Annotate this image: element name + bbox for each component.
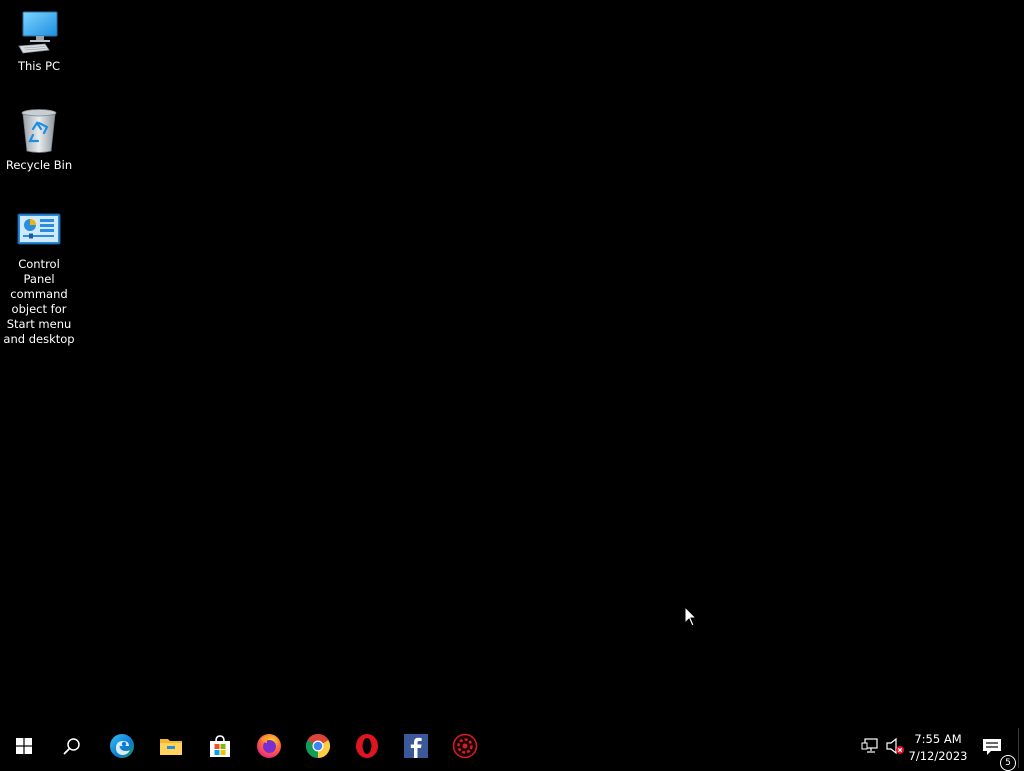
- settings-gear-app-icon: [452, 733, 478, 763]
- notification-icon: 5: [982, 736, 1016, 771]
- desktop-icon-label: Recycle Bin: [5, 158, 73, 172]
- clock-date: 7/12/2023: [908, 749, 968, 763]
- action-center-button[interactable]: 5: [976, 728, 1016, 771]
- network-tray-button[interactable]: [860, 738, 880, 758]
- desktop-icon-control-panel[interactable]: Control Panel command object for Start m…: [0, 206, 78, 347]
- taskbar-firefox-button[interactable]: [245, 728, 293, 768]
- file-explorer-icon: [159, 735, 183, 761]
- network-icon: [861, 738, 879, 758]
- volume-tray-button[interactable]: [885, 737, 905, 759]
- desktop-icon-label: This PC: [17, 59, 61, 73]
- taskbar-chrome-button[interactable]: [294, 728, 342, 768]
- mouse-cursor-icon: [684, 605, 698, 628]
- desktop-icon-this-pc[interactable]: This PC: [0, 8, 78, 74]
- volume-muted-icon: [885, 737, 905, 759]
- desktop[interactable]: This PC Recycle Bin Control Panel comman…: [0, 0, 1024, 728]
- computer-icon: [15, 8, 63, 56]
- edge-icon: [109, 733, 135, 763]
- chrome-icon: [305, 733, 331, 763]
- recycle-bin-icon: [15, 107, 63, 155]
- firefox-icon: [256, 733, 282, 763]
- taskbar-clock[interactable]: 7:55 AM 7/12/2023: [904, 731, 972, 765]
- facebook-icon: [403, 733, 429, 763]
- taskbar-edge-button[interactable]: [98, 728, 146, 768]
- taskbar-store-button[interactable]: [196, 728, 244, 768]
- windows-start-icon: [16, 738, 32, 758]
- taskbar-file-explorer-button[interactable]: [147, 728, 195, 768]
- desktop-icon-recycle-bin[interactable]: Recycle Bin: [0, 107, 78, 173]
- control-panel-icon: [15, 206, 63, 254]
- start-button[interactable]: [0, 728, 48, 768]
- microsoft-store-icon: [208, 734, 232, 762]
- taskbar-app-button[interactable]: [441, 728, 489, 768]
- clock-time: 7:55 AM: [914, 732, 962, 746]
- taskbar-opera-button[interactable]: [343, 728, 391, 768]
- opera-icon: [354, 733, 380, 763]
- taskbar-facebook-button[interactable]: [392, 728, 440, 768]
- notification-count-badge: 5: [1000, 755, 1016, 771]
- desktop-icon-label: Control Panel command object for Start m…: [3, 257, 75, 346]
- search-button[interactable]: [48, 728, 96, 768]
- show-desktop-button[interactable]: [1018, 728, 1024, 768]
- taskbar: 7:55 AM 7/12/2023 5: [0, 728, 1024, 771]
- search-icon: [63, 737, 81, 759]
